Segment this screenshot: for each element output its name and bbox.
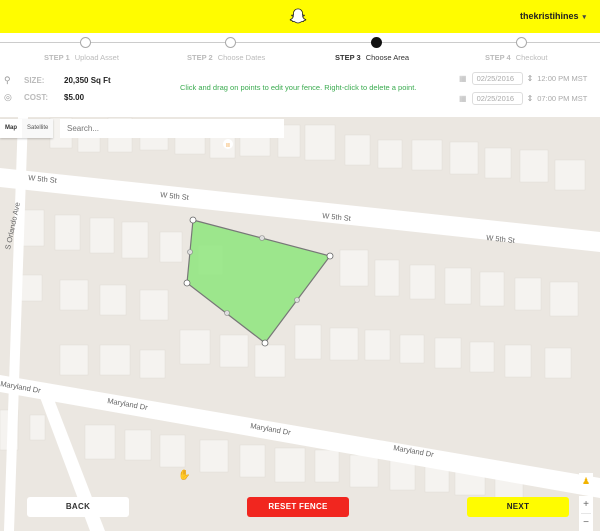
size-label: SIZE: — [24, 76, 45, 85]
svg-text:ıı: ıı — [226, 142, 230, 149]
chevron-down-icon: ▾ — [582, 14, 586, 21]
step-1-dot — [80, 37, 91, 48]
zoom-out-button[interactable]: − — [579, 514, 593, 531]
username: thekristihines — [519, 11, 579, 21]
user-menu[interactable]: thekristihines ▾ — [520, 11, 586, 21]
step-4: STEP 4 Checkout — [445, 33, 595, 65]
start-time[interactable]: 12:00 PM MST — [537, 74, 587, 83]
calendar-icon: ▦ — [459, 74, 467, 83]
size-value: 20,350 Sq Ft — [64, 76, 111, 85]
next-button[interactable]: NEXT — [467, 497, 569, 517]
step-3-label: Choose Area — [365, 53, 410, 62]
fence-hint: Click and drag on points to edit your fe… — [180, 83, 417, 92]
step-1-label: Upload Asset — [74, 53, 119, 62]
start-date-field[interactable]: 02/25/2016 — [471, 72, 523, 85]
time-spinner-icon[interactable]: ⇕ — [527, 75, 534, 83]
fence-midpoint-handle[interactable] — [224, 310, 230, 316]
step-4-number: STEP 4 — [485, 53, 511, 62]
map-tiles: ıı W 5th St W 5th St W 5th St W 5th St S… — [0, 117, 600, 531]
step-3-dot — [371, 37, 382, 48]
street-view-pegman-icon[interactable]: ♟ — [579, 473, 593, 490]
step-4-label: Checkout — [515, 53, 548, 62]
step-2: STEP 2 Choose Dates — [155, 33, 305, 65]
map-type-satellite-button[interactable]: Satellite — [22, 119, 54, 138]
map-type-map-button[interactable]: Map — [0, 119, 22, 138]
end-date-field[interactable]: 02/25/2016 — [471, 92, 523, 105]
zoom-in-button[interactable]: + — [579, 496, 593, 513]
step-1: STEP 1 Upload Asset — [10, 33, 160, 65]
hand-cursor-icon: ✋ — [178, 470, 191, 481]
fence-vertex-handle[interactable] — [183, 279, 191, 287]
step-2-label: Choose Dates — [217, 53, 266, 62]
end-datetime: ▦ 02/25/2016 ⇕ 07:00 PM MST — [459, 92, 587, 105]
map-search-input[interactable] — [60, 119, 284, 138]
step-3: STEP 3 Choose Area — [300, 33, 450, 65]
step-2-dot — [225, 37, 236, 48]
map-canvas[interactable]: ıı W 5th St W 5th St W 5th St W 5th St S… — [0, 117, 600, 531]
fence-vertex-handle[interactable] — [261, 339, 269, 347]
cost-value: $5.00 — [64, 93, 85, 102]
fence-vertex-handle[interactable] — [189, 216, 197, 224]
end-time[interactable]: 07:00 PM MST — [537, 94, 587, 103]
step-3-number: STEP 3 — [335, 53, 361, 62]
size-row: ⚲ SIZE: 20,350 Sq Ft — [4, 75, 111, 86]
reset-fence-button[interactable]: RESET FENCE — [247, 497, 349, 517]
fence-polygon[interactable] — [186, 219, 332, 344]
fence-info-bar: ⚲ SIZE: 20,350 Sq Ft ◎ COST: $5.00 Click… — [0, 65, 600, 117]
header-bar: thekristihines ▾ — [0, 0, 600, 33]
time-spinner-icon[interactable]: ⇕ — [527, 95, 534, 103]
step-1-number: STEP 1 — [44, 53, 70, 62]
coins-icon: ◎ — [4, 92, 12, 102]
cost-label: COST: — [24, 93, 48, 102]
fence-vertex-handle[interactable] — [326, 252, 334, 260]
cost-row: ◎ COST: $5.00 — [4, 92, 84, 103]
calendar-icon: ▦ — [459, 94, 467, 103]
progress-steps: STEP 1 Upload Asset STEP 2 Choose Dates ST… — [0, 33, 600, 65]
back-button[interactable]: BACK — [27, 497, 129, 517]
fence-midpoint-handle[interactable] — [187, 249, 193, 255]
street-label: W 5th St — [486, 233, 516, 245]
fence-midpoint-handle[interactable] — [259, 235, 265, 241]
step-4-dot — [516, 37, 527, 48]
location-pin-icon: ⚲ — [4, 75, 11, 85]
start-datetime: ▦ 02/25/2016 ⇕ 12:00 PM MST — [459, 72, 587, 85]
fence-midpoint-handle[interactable] — [294, 297, 300, 303]
poi-marker: ıı — [223, 139, 233, 149]
zoom-control: + − — [579, 496, 593, 531]
snapchat-ghost-icon[interactable] — [289, 7, 307, 26]
map-type-control: Map Satellite — [0, 119, 54, 138]
step-2-number: STEP 2 — [187, 53, 213, 62]
